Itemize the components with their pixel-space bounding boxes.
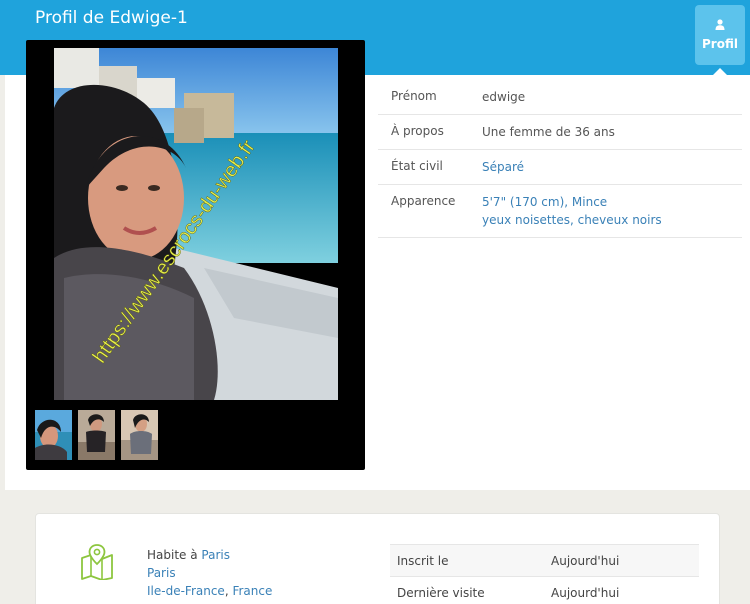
info-row-prenom: Prénom edwige [378,80,742,115]
tab-profil-label: Profil [702,37,738,51]
info-label: État civil [391,159,443,173]
active-tab-indicator [713,68,727,75]
info-label: Apparence [391,194,456,208]
info-label: Prénom [391,89,437,103]
apparence-link-1[interactable]: 5'7" (170 cm), Mince [482,193,742,211]
thumbnail-2[interactable] [78,410,115,460]
city-link-2[interactable]: Paris [147,564,272,582]
city-link[interactable]: Paris [201,548,230,562]
profile-page: Profil de Edwige-1 Profil https://www.es… [0,0,750,604]
stat-row-last-visit: Dernière visite Aujourd'hui [390,577,699,604]
country-link[interactable]: France [232,584,272,598]
location-card: Habite à Paris Paris Ile-de-France, Fran… [35,513,720,604]
user-icon [715,19,725,30]
main-photo[interactable]: https://www.escrocs-du-web.fr [54,48,338,400]
stat-value: Aujourd'hui [551,586,620,600]
location-block: Habite à Paris Paris Ile-de-France, Fran… [147,546,272,600]
thumbnail-2-image [78,410,115,460]
apparence-link-2[interactable]: yeux noisettes, cheveux noirs [482,211,742,229]
thumbnail-1[interactable] [35,410,72,460]
page-title: Profil de Edwige-1 [35,8,188,28]
main-photo-image: https://www.escrocs-du-web.fr [54,48,338,400]
member-stats-table: Inscrit le Aujourd'hui Dernière visite A… [390,544,699,604]
thumbnail-1-image [35,410,72,460]
stat-label: Dernière visite [397,586,485,600]
info-value: edwige [482,90,526,104]
thumbnail-3-image [121,410,158,460]
photo-gallery: https://www.escrocs-du-web.fr [26,40,365,470]
stat-label: Inscrit le [397,554,449,568]
thumbnail-3[interactable] [121,410,158,460]
stat-value: Aujourd'hui [551,554,620,568]
info-row-etat-civil: État civil Séparé [378,150,742,185]
info-row-apparence: Apparence 5'7" (170 cm), Mince yeux nois… [378,185,742,238]
stat-row-registered: Inscrit le Aujourd'hui [390,545,699,577]
profile-info-table: Prénom edwige À propos Une femme de 36 a… [378,80,742,238]
info-row-apropos: À propos Une femme de 36 ans [378,115,742,150]
lives-in-label: Habite à [147,548,198,562]
etat-civil-link[interactable]: Séparé [482,158,742,176]
info-label: À propos [391,124,444,138]
tab-profil[interactable]: Profil [695,5,745,65]
region-link[interactable]: Ile-de-France [147,584,225,598]
info-value: Une femme de 36 ans [482,125,615,139]
map-location-icon [81,544,113,580]
